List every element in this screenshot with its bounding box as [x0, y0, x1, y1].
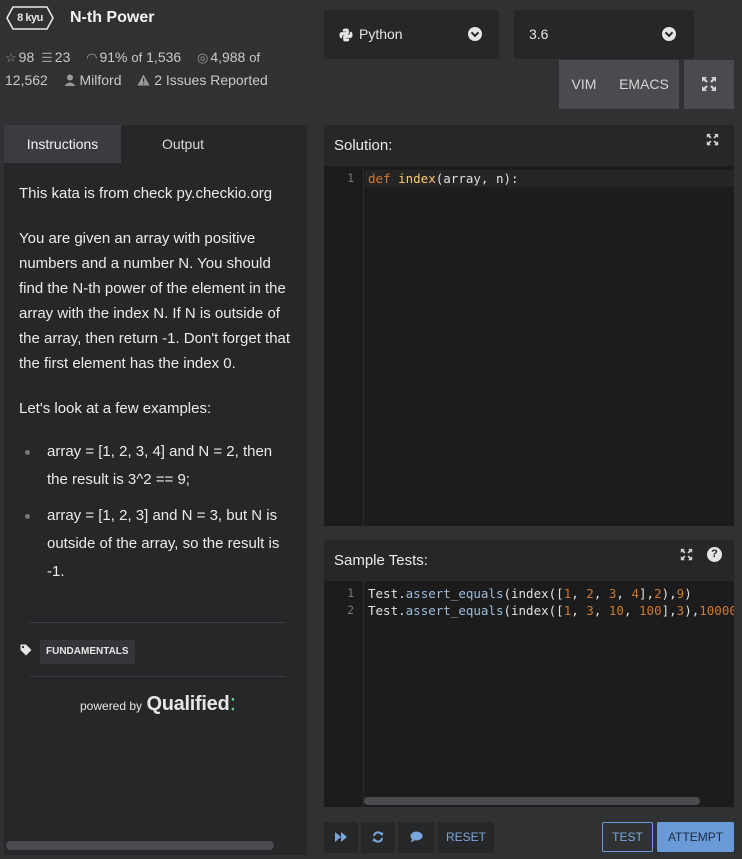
instructions-examples-intro: Let's look at a few examples: — [19, 400, 212, 417]
star-icon[interactable]: ☆ — [5, 47, 17, 69]
collections-count: 23 — [54, 49, 71, 65]
horizontal-scrollbar[interactable] — [364, 797, 700, 805]
issues-link[interactable]: 2 Issues Reported — [154, 72, 268, 88]
version-select[interactable]: 3.6 — [514, 10, 694, 59]
rank-badge: 8 kyu — [6, 6, 54, 30]
list-item: array = [1, 2, 3, 4] and N = 2, then the… — [19, 438, 294, 494]
powered-by-label: powered by — [80, 699, 143, 713]
fullscreen-button[interactable] — [684, 60, 734, 109]
divider — [30, 622, 286, 623]
python-icon — [339, 28, 353, 42]
kata-stats: ☆ 98 ☰ 23 ◠ 91% of 1,536 ◎ 4,988 of 12,562 M… — [5, 46, 305, 91]
chevron-down-icon — [468, 27, 482, 41]
chat-icon — [410, 831, 422, 843]
solution-title: Solution: — [334, 137, 393, 154]
line-gutter: 1 — [324, 166, 364, 526]
code-line[interactable]: Test.assert_equals(index([1, 2, 3, 4],2)… — [368, 585, 692, 602]
vim-button[interactable]: VIM — [559, 60, 609, 109]
code-line[interactable]: Test.assert_equals(index([1, 3, 10, 100]… — [368, 602, 734, 619]
target-icon: ◎ — [196, 50, 209, 65]
instructions-body: This kata is from check py.checkio.org Y… — [19, 181, 294, 594]
tag-icon — [20, 644, 32, 656]
line-number: 1 — [347, 586, 354, 600]
warning-icon — [137, 74, 150, 86]
powered-by[interactable]: powered by Qualified⁚ — [80, 693, 235, 716]
votes-count: 1,536 — [146, 49, 182, 65]
line-number: 2 — [347, 603, 354, 617]
stars-count: 98 — [18, 49, 35, 65]
instructions-description: You are given an array with positive num… — [19, 230, 291, 372]
author-name[interactable]: Milford — [80, 72, 122, 88]
emacs-button[interactable]: EMACS — [609, 60, 679, 109]
instructions-source: This kata is from check py.checkio.org — [19, 185, 273, 202]
language-label: Python — [359, 26, 403, 42]
solution-panel: Solution: 1 def index(array, n): — [324, 125, 734, 526]
satisfaction-rate: 91% — [99, 49, 128, 65]
tag-fundamentals[interactable]: FUNDAMENTALS — [40, 640, 135, 664]
refresh-button[interactable] — [361, 822, 395, 853]
solution-editor[interactable]: 1 def index(array, n): — [324, 166, 734, 526]
reset-button[interactable]: RESET — [438, 822, 494, 853]
instructions-panel: Instructions Output This kata is from ch… — [4, 125, 307, 855]
completed-count: 4,988 — [210, 49, 246, 65]
of-label: of — [131, 50, 143, 65]
rank-label: 8 kyu — [17, 12, 43, 24]
refresh-icon — [372, 831, 384, 843]
expand-icon — [702, 77, 716, 91]
version-label: 3.6 — [529, 26, 549, 42]
attempt-button[interactable]: ATTEMPT — [657, 822, 734, 852]
tab-output[interactable]: Output — [121, 125, 307, 163]
sample-tests-editor[interactable]: 1 2 Test.assert_equals(index([1, 2, 3, 4… — [324, 581, 734, 807]
line-gutter: 1 2 — [324, 581, 364, 807]
language-select[interactable]: Python — [324, 10, 499, 59]
discuss-button[interactable] — [398, 822, 434, 853]
test-button[interactable]: TEST — [602, 822, 653, 852]
qualified-dots-icon: ⁚ — [230, 697, 236, 714]
skip-button[interactable] — [324, 822, 358, 853]
chevron-down-icon — [662, 27, 676, 41]
stack-icon: ☰ — [41, 50, 53, 65]
user-icon — [64, 74, 76, 86]
qualified-logo: Qualified — [146, 693, 230, 715]
kata-title: N-th Power — [70, 9, 155, 26]
list-item: array = [1, 2, 3] and N = 3, but N is ou… — [19, 502, 294, 586]
line-number: 1 — [347, 171, 354, 185]
divider — [30, 676, 286, 677]
code-line[interactable]: def index(array, n): — [368, 170, 519, 187]
attempted-count: 12,562 — [5, 72, 48, 88]
gauge-icon: ◠ — [86, 50, 98, 65]
tab-instructions[interactable]: Instructions — [4, 125, 121, 163]
horizontal-scrollbar[interactable] — [6, 841, 274, 850]
sample-tests-title: Sample Tests: — [334, 552, 428, 569]
of-label-2: of — [249, 50, 261, 65]
help-icon[interactable]: ? — [707, 547, 722, 562]
examples-list: array = [1, 2, 3, 4] and N = 2, then the… — [19, 438, 294, 586]
expand-icon[interactable] — [680, 548, 693, 561]
fast-forward-icon — [335, 832, 347, 842]
sample-tests-panel: Sample Tests: ? 1 2 Test.assert_equals(i… — [324, 540, 734, 807]
expand-icon[interactable] — [706, 133, 719, 146]
